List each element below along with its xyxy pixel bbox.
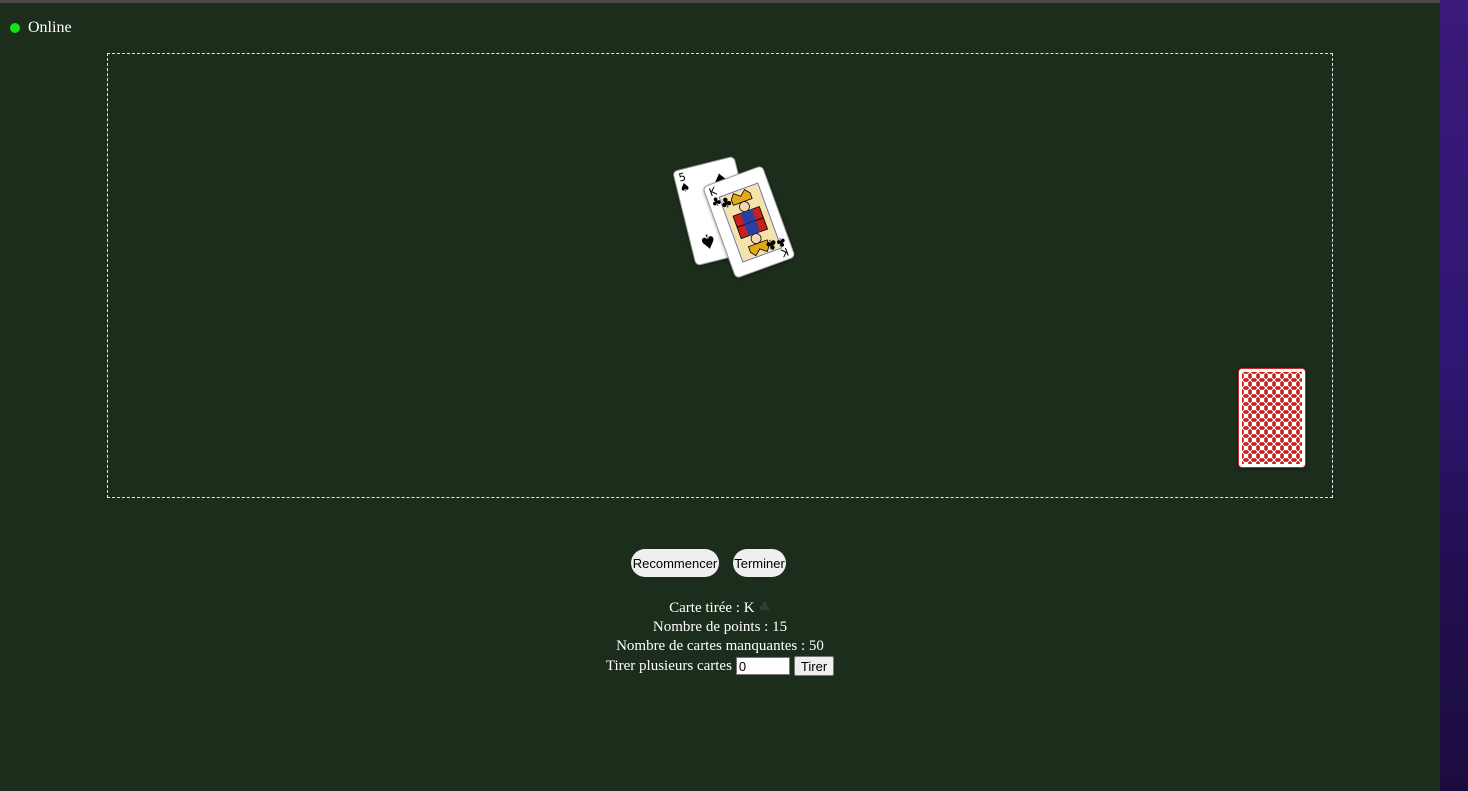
connection-status: Online — [10, 19, 72, 37]
draw-button[interactable]: Tirer — [793, 656, 835, 676]
card-table: 5 ♠ ♠ ♠ 5 ♠ K ♣ — [107, 53, 1333, 498]
draw-pile[interactable] — [1238, 368, 1306, 468]
connection-status-label: Online — [28, 19, 72, 36]
drawn-card-rank: K — [743, 600, 755, 616]
side-background — [1440, 0, 1468, 791]
missing-cards-value: 50 — [808, 638, 824, 654]
card-back-pattern — [1242, 372, 1302, 464]
draw-many-label: Tirer plusieurs cartes — [605, 657, 732, 674]
draw-count-input[interactable] — [735, 657, 790, 675]
spade-icon: ♠ — [677, 179, 692, 196]
drawn-card-label: Carte tirée : — [669, 600, 740, 616]
spade-icon: ♠ — [696, 227, 720, 256]
played-card-king-clubs[interactable]: K ♣ ♣ ♣ K ♣ — [702, 165, 796, 279]
draw-many-line: Tirer plusieurs cartes Tirer — [0, 656, 1440, 676]
missing-cards-label: Nombre de cartes manquantes : — [616, 638, 806, 654]
online-indicator-icon — [10, 23, 20, 33]
restart-button[interactable]: Recommencer — [631, 549, 719, 577]
points-label: Nombre de points : — [652, 619, 769, 635]
drawn-card-line: Carte tirée : K ♣ — [0, 599, 1440, 618]
top-border — [0, 0, 1440, 3]
club-icon: ♣ — [774, 233, 789, 251]
game-controls: Recommencer Terminer — [631, 549, 786, 577]
draw-many-row: Tirer plusieurs cartes Tirer — [605, 656, 835, 676]
points-line: Nombre de points : 15 — [0, 618, 1440, 637]
card-corner-top: 5 ♠ — [676, 170, 692, 196]
points-value: 15 — [772, 619, 788, 635]
game-info: Carte tirée : K ♣ Nombre de points : 15 … — [0, 599, 1440, 676]
club-icon: ♣ — [758, 600, 771, 616]
missing-cards-line: Nombre de cartes manquantes : 50 — [0, 637, 1440, 656]
card-corner-bottom: K ♣ — [774, 233, 792, 260]
end-button[interactable]: Terminer — [733, 549, 786, 577]
